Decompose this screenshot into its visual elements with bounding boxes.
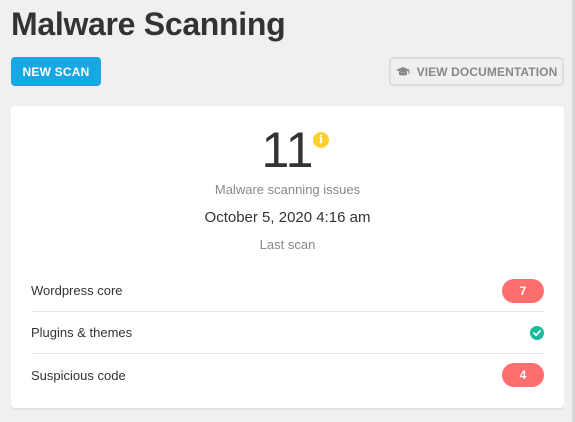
category-label: Wordpress core xyxy=(31,283,123,298)
last-scan-date: October 5, 2020 4:16 am xyxy=(204,209,371,226)
category-label: Plugins & themes xyxy=(31,325,133,340)
check-icon xyxy=(530,325,544,340)
graduation-cap-icon xyxy=(395,66,410,78)
page-title: Malware Scanning xyxy=(11,6,286,42)
issue-count-badge: 7 xyxy=(502,278,544,303)
category-row-suspicious-code[interactable]: Suspicious code 4 xyxy=(31,354,544,396)
view-documentation-button[interactable]: VIEW DOCUMENTATION xyxy=(389,57,564,86)
issue-count-badge: 4 xyxy=(502,363,544,387)
issue-count: 11 xyxy=(261,122,314,178)
category-row-wordpress-core[interactable]: Wordpress core 7 xyxy=(31,270,544,312)
category-row-plugins-themes[interactable]: Plugins & themes xyxy=(31,312,544,354)
view-documentation-label: VIEW DOCUMENTATION xyxy=(416,64,558,79)
issue-count-label: Malware scanning issues xyxy=(214,182,361,197)
new-scan-button[interactable]: NEW SCAN xyxy=(11,57,101,86)
last-scan-label: Last scan xyxy=(259,237,316,252)
issue-category-list: Wordpress core 7 Plugins & themes Suspic… xyxy=(31,270,544,396)
scan-summary-card: 11 i Malware scanning issues October 5, … xyxy=(11,106,564,408)
category-label: Suspicious code xyxy=(31,367,126,383)
info-icon[interactable]: i xyxy=(313,132,329,148)
